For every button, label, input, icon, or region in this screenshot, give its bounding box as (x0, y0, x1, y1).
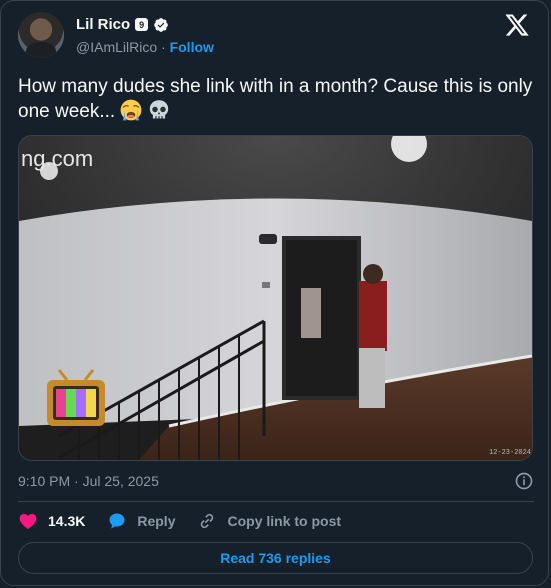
video-thumbnail[interactable]: ng.com 12-23-2024 8:1 (18, 135, 533, 461)
avatar[interactable] (18, 12, 64, 58)
follow-button[interactable]: Follow (170, 39, 214, 55)
skull-icon (149, 100, 168, 119)
like-button[interactable]: 14.3K (18, 511, 85, 531)
tweet-header: Lil Rico 9 @IAmLilRico · Follow (18, 12, 534, 62)
author-name-row: Lil Rico 9 (76, 16, 169, 33)
reply-button[interactable]: Reply (107, 511, 175, 531)
tweet-timestamp[interactable]: 9:10 PM · Jul 25, 2025 (18, 473, 159, 489)
tweet-text: How many dudes she link with in a month?… (18, 74, 533, 124)
video-watermark: ng.com (21, 146, 93, 171)
reply-label: Reply (137, 513, 176, 529)
likes-count: 14.3K (48, 513, 86, 529)
author-handle-row: @IAmLilRico · Follow (76, 39, 214, 55)
copy-link-button[interactable]: Copy link to post (197, 511, 341, 531)
handle-separator: · (161, 39, 166, 55)
tweet-body: How many dudes she link with in a month?… (18, 76, 533, 122)
read-replies-button[interactable]: Read 736 replies (18, 542, 533, 574)
affiliate-badge-icon: 9 (135, 18, 149, 31)
hallway-scene: ng.com 12-23-2024 8:1 (19, 136, 532, 460)
info-icon[interactable] (514, 471, 534, 491)
verified-badge-icon (154, 17, 169, 32)
tweet-card: Lil Rico 9 @IAmLilRico · Follow How many… (0, 0, 549, 586)
link-icon (201, 513, 214, 529)
reply-bubble-icon (109, 513, 125, 529)
heart-icon (19, 513, 37, 529)
author-name[interactable]: Lil Rico (76, 16, 130, 33)
author-handle[interactable]: @IAmLilRico (76, 39, 157, 55)
divider (18, 501, 534, 502)
loudly-crying-face-icon (121, 99, 142, 121)
x-logo-icon[interactable] (504, 12, 530, 38)
copy-link-label: Copy link to post (227, 513, 342, 529)
video-timestamp: 12-23-2024 8:1 (489, 449, 532, 457)
action-bar: 14.3K Reply Copy link to post (18, 511, 363, 531)
